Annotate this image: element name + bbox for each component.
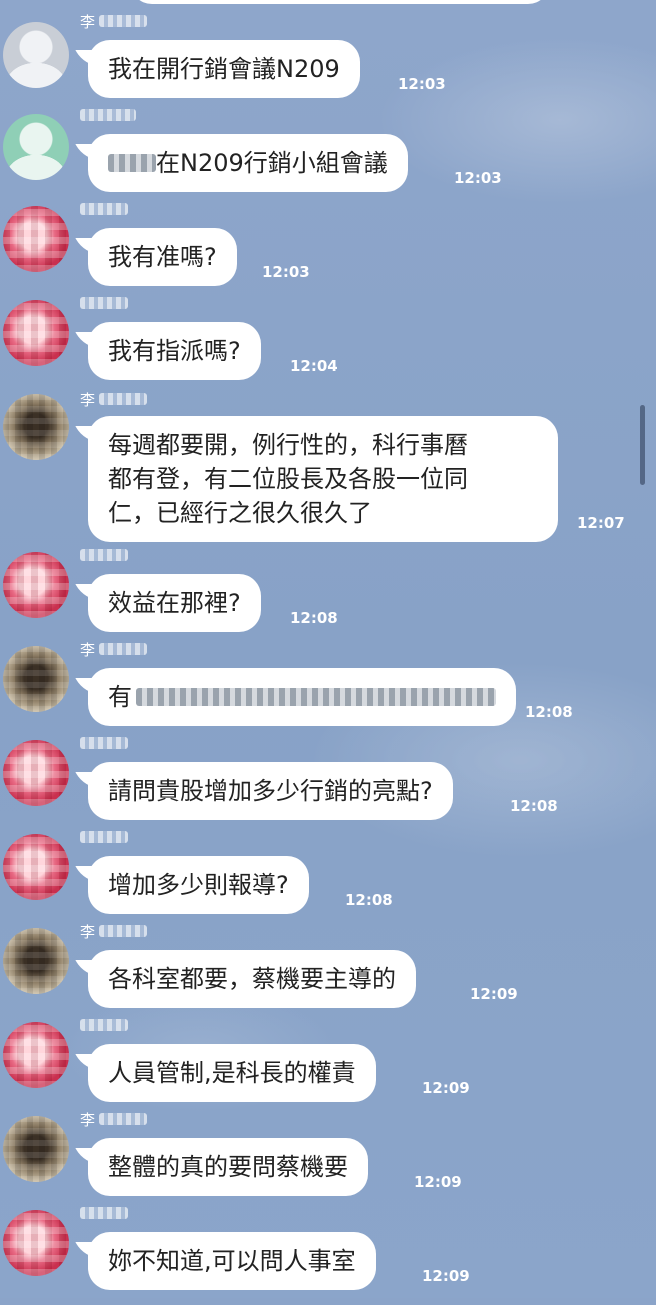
blurred-name: [99, 15, 148, 27]
message-bubble[interactable]: 人員管制,是科長的權責: [88, 1044, 376, 1102]
message-bubble[interactable]: 整體的真的要問蔡機要: [88, 1138, 368, 1196]
blurred-name: [99, 643, 148, 655]
sender-name: [80, 198, 128, 220]
blurred-name: [80, 1207, 128, 1219]
message-bubble[interactable]: 在N209行銷小組會議: [88, 134, 408, 192]
message-bubble[interactable]: 效益在那裡?: [88, 574, 261, 632]
message-time: 12:08: [345, 891, 393, 909]
sender-name: [80, 104, 136, 126]
avatar[interactable]: [3, 1116, 69, 1182]
message-time: 12:09: [470, 985, 518, 1003]
message-time: 12:09: [414, 1173, 462, 1191]
sender-name: [80, 292, 128, 314]
blurred-name: [99, 925, 148, 937]
message-bubble[interactable]: 每週都要開，例行性的，科行事曆 都有登，有二位股長及各股一位同 仁，已經行之很久…: [88, 416, 558, 542]
message-time: 12:08: [290, 609, 338, 627]
sender-name: 李: [80, 638, 148, 660]
redacted-name: [108, 154, 156, 172]
avatar[interactable]: [3, 740, 69, 806]
message-bubble[interactable]: 我有指派嗎?: [88, 322, 261, 380]
avatar[interactable]: [3, 1210, 69, 1276]
message-time: 12:08: [510, 797, 558, 815]
message-bubble[interactable]: 請問貴股增加多少行銷的亮點?: [88, 762, 453, 820]
blurred-name: [80, 831, 128, 843]
blurred-name: [99, 393, 148, 405]
avatar[interactable]: [3, 834, 69, 900]
avatar[interactable]: [3, 22, 69, 88]
message-bubble[interactable]: 有: [88, 668, 516, 726]
message-bubble[interactable]: 各科室都要，蔡機要主導的: [88, 950, 416, 1008]
redacted-names: [136, 688, 496, 706]
blurred-name: [80, 737, 128, 749]
avatar[interactable]: [3, 114, 69, 180]
sender-name: [80, 544, 128, 566]
blurred-name: [80, 297, 128, 309]
message-time: 12:03: [398, 75, 446, 93]
avatar[interactable]: [3, 206, 69, 272]
sender-name: [80, 826, 128, 848]
sender-name: 李: [80, 920, 148, 942]
sender-name: [80, 1202, 128, 1224]
sender-name: [80, 1014, 128, 1036]
avatar[interactable]: [3, 394, 69, 460]
avatar[interactable]: [3, 300, 69, 366]
message-bubble[interactable]: 妳不知道,可以問人事室: [88, 1232, 376, 1290]
blurred-name: [80, 203, 128, 215]
sender-name: [80, 732, 128, 754]
blurred-name: [99, 1113, 148, 1125]
blurred-name: [80, 109, 136, 121]
avatar[interactable]: [3, 646, 69, 712]
message-bubble[interactable]: 增加多少則報導?: [88, 856, 309, 914]
sender-name: 李: [80, 10, 148, 32]
avatar[interactable]: [3, 1022, 69, 1088]
scrollbar[interactable]: [640, 405, 645, 485]
blurred-name: [80, 549, 128, 561]
message-time: 12:09: [422, 1079, 470, 1097]
previous-message-bubble: [130, 0, 550, 4]
message-time: 12:03: [454, 169, 502, 187]
message-bubble[interactable]: 我有准嗎?: [88, 228, 237, 286]
message-time: 12:08: [525, 703, 573, 721]
message-time: 12:03: [262, 263, 310, 281]
blurred-name: [80, 1019, 128, 1031]
message-time: 12:07: [577, 514, 625, 532]
message-bubble[interactable]: 我在開行銷會議N209: [88, 40, 360, 98]
next-message-stub: [0, 1298, 656, 1305]
message-time: 12:04: [290, 357, 338, 375]
sender-name: 李: [80, 1108, 148, 1130]
avatar[interactable]: [3, 928, 69, 994]
sender-name: 李: [80, 388, 148, 410]
message-time: 12:09: [422, 1267, 470, 1285]
avatar[interactable]: [3, 552, 69, 618]
